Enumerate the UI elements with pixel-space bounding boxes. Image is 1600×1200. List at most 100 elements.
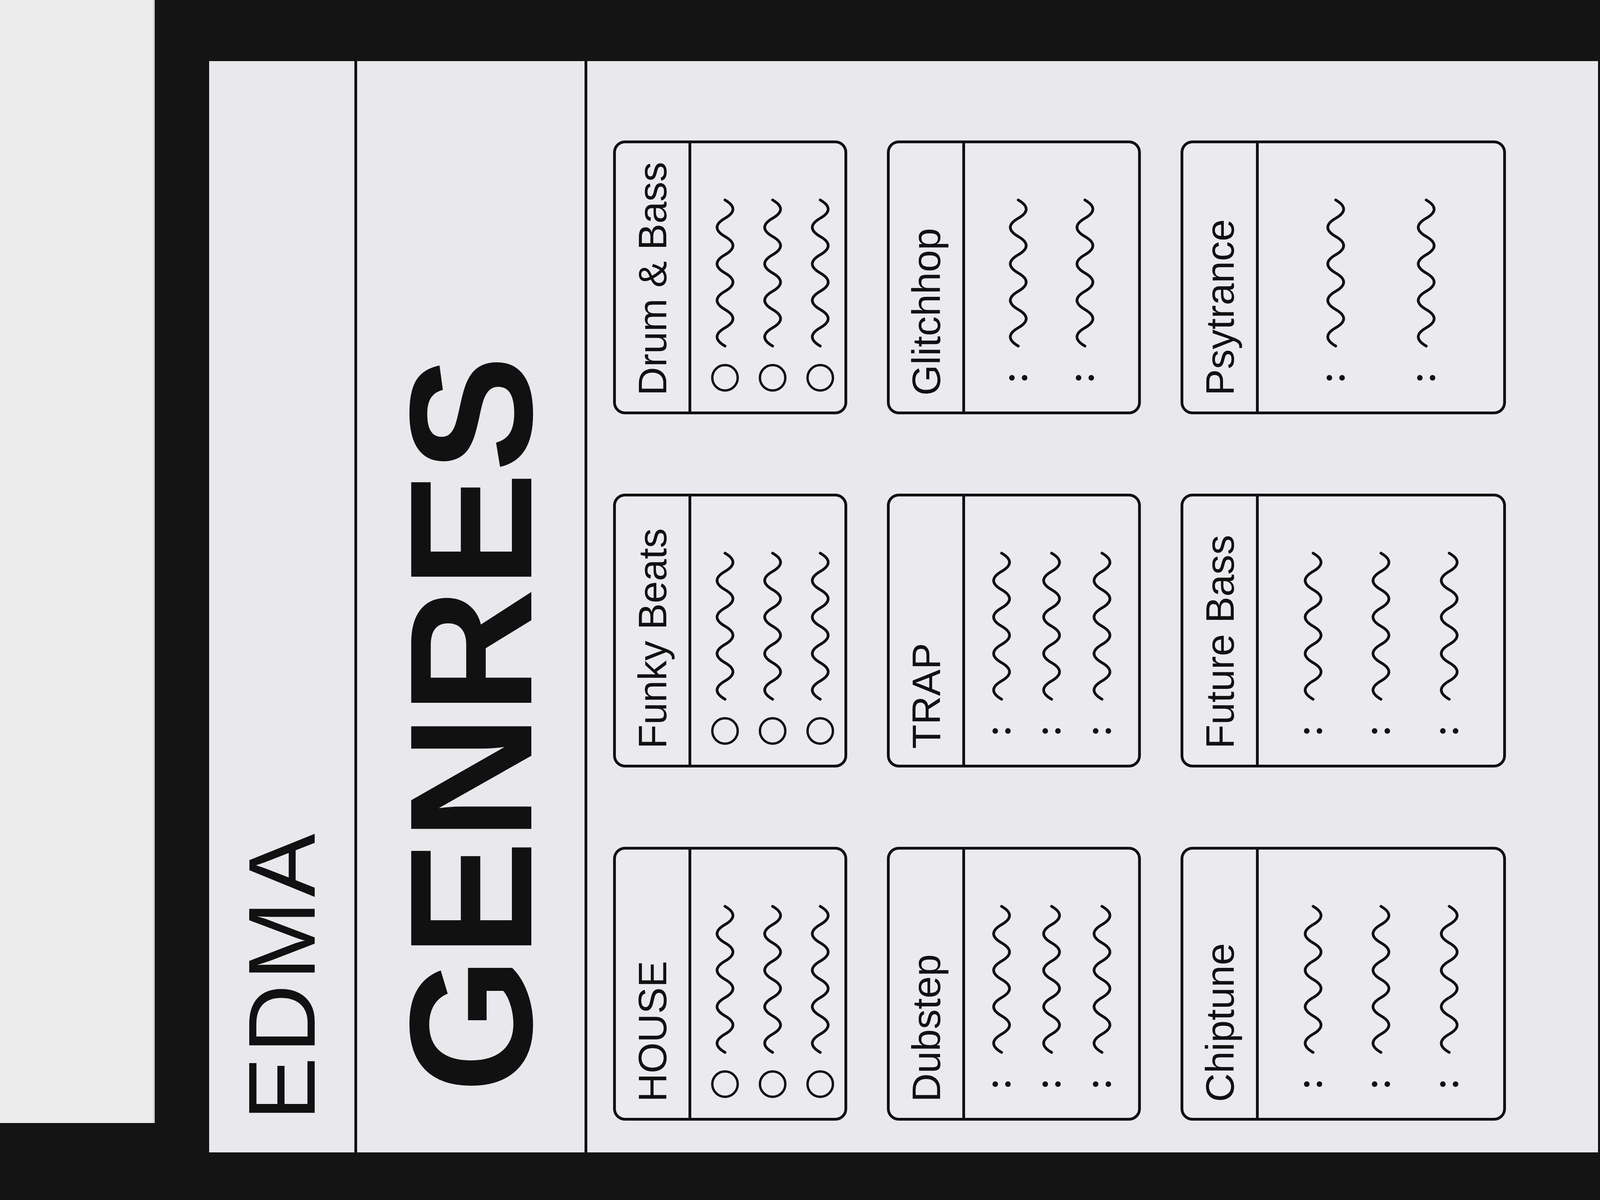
genre-card-body [1258, 849, 1504, 1118]
dots-mark [1042, 1070, 1061, 1099]
photo-scene: EDMA GENRES HOUSE Funky Beats Drum & Bass Dub… [0, 0, 1600, 1200]
squiggle-icon [711, 197, 739, 349]
dots-mark [992, 717, 1011, 745]
circle-mark [806, 363, 835, 392]
circle-mark [758, 717, 787, 745]
squiggle-icon [1435, 903, 1464, 1055]
genre-card-row [1299, 516, 1327, 745]
circle-mark [758, 363, 787, 392]
dots-mark [1092, 717, 1112, 745]
genre-card-row [1321, 163, 1350, 392]
genre-card-row [1435, 516, 1464, 745]
genre-card-title: Funky Beats [615, 496, 692, 765]
squiggle-icon [1299, 550, 1327, 702]
genre-card-row [1367, 516, 1395, 745]
squiggle-icon [1412, 197, 1441, 349]
genre-card-row [1071, 163, 1099, 392]
genre-card-row [1435, 869, 1464, 1099]
genre-card[interactable]: Drum & Bass [613, 140, 848, 415]
genre-card-row [1037, 516, 1066, 745]
genre-card-body [1258, 496, 1504, 765]
dots-mark [1075, 363, 1095, 392]
dots-mark [1371, 717, 1391, 745]
genre-card-row [711, 869, 739, 1099]
genre-card[interactable]: Glitchhop [886, 140, 1141, 415]
squiggle-icon [1367, 903, 1395, 1055]
circle-mark [711, 1070, 739, 1099]
genre-card-row [1299, 869, 1327, 1099]
dots-mark [1042, 717, 1061, 745]
title-bar: GENRES [357, 61, 588, 1153]
circle-mark [711, 363, 739, 392]
circle-mark [711, 717, 739, 745]
squiggle-icon [987, 903, 1016, 1055]
genre-card-row [1004, 163, 1033, 392]
genre-card-row [987, 516, 1016, 745]
squiggle-icon [758, 197, 787, 349]
genre-card-title: HOUSE [615, 849, 692, 1118]
squiggle-icon [711, 550, 739, 702]
genre-card-title: Dubstep [889, 849, 966, 1118]
genre-card[interactable]: HOUSE [613, 846, 848, 1121]
genre-card-title: Drum & Bass [615, 143, 692, 412]
genre-card-title: Future Bass [1183, 496, 1259, 765]
genre-card-row [806, 163, 835, 392]
genre-card-row [758, 163, 787, 392]
squiggle-icon [711, 903, 739, 1055]
genre-card-row [711, 516, 739, 745]
squiggle-icon [758, 550, 787, 702]
squiggle-icon [1088, 550, 1116, 702]
squiggle-icon [1071, 197, 1099, 349]
genre-card-row [987, 869, 1016, 1099]
dots-mark [1417, 363, 1436, 392]
genre-card-body [965, 143, 1139, 412]
genre-card[interactable]: TRAP [886, 493, 1141, 768]
logo[interactable]: EDMA [234, 829, 330, 1121]
dots-mark [1440, 1070, 1459, 1099]
wireframe-paper: EDMA GENRES HOUSE Funky Beats Drum & Bass Dub… [209, 61, 1599, 1153]
genre-card-row [711, 163, 739, 392]
genre-card-row [758, 516, 787, 745]
squiggle-icon [806, 903, 835, 1055]
squiggle-icon [806, 197, 835, 349]
squiggle-icon [1037, 550, 1066, 702]
genre-card-row [1412, 163, 1441, 392]
genre-card-row [1367, 869, 1395, 1099]
dots-mark [1303, 717, 1323, 745]
squiggle-icon [1435, 550, 1464, 702]
genre-card-body [965, 849, 1139, 1118]
genre-card-body [691, 849, 854, 1118]
genre-card-title: Chiptune [1183, 849, 1259, 1118]
dots-mark [1326, 363, 1345, 392]
genre-card-body [1258, 143, 1504, 412]
dots-mark [1303, 1070, 1323, 1099]
squiggle-icon [1004, 197, 1033, 349]
squiggle-icon [1321, 197, 1350, 349]
genre-card[interactable]: Chiptune [1180, 846, 1506, 1121]
paper-stack [0, 0, 155, 1124]
genre-card-row [1088, 516, 1116, 745]
squiggle-icon [1299, 903, 1327, 1055]
squiggle-icon [1088, 903, 1116, 1055]
page-title: GENRES [383, 355, 559, 1093]
genre-card-row [758, 869, 787, 1099]
genre-grid: HOUSE Funky Beats Drum & Bass Dubstep TRAP Gl… [587, 61, 1586, 1153]
genre-card-title: Glitchhop [889, 143, 966, 412]
genre-card[interactable]: Psytrance [1180, 140, 1506, 415]
dots-mark [1440, 717, 1459, 745]
logo-bar: EDMA [209, 61, 358, 1153]
genre-card-body [691, 496, 854, 765]
dots-mark [992, 1070, 1011, 1099]
genre-card[interactable]: Dubstep [886, 846, 1141, 1121]
dots-mark [1009, 363, 1028, 392]
genre-card-row [806, 516, 835, 745]
genre-card-row [1088, 869, 1116, 1099]
genre-card[interactable]: Future Bass [1180, 493, 1506, 768]
genre-card[interactable]: Funky Beats [613, 493, 848, 768]
circle-mark [758, 1070, 787, 1099]
squiggle-icon [987, 550, 1016, 702]
genre-card-title: TRAP [889, 496, 966, 765]
squiggle-icon [806, 550, 835, 702]
dots-mark [1092, 1070, 1112, 1099]
dots-mark [1371, 1070, 1391, 1099]
